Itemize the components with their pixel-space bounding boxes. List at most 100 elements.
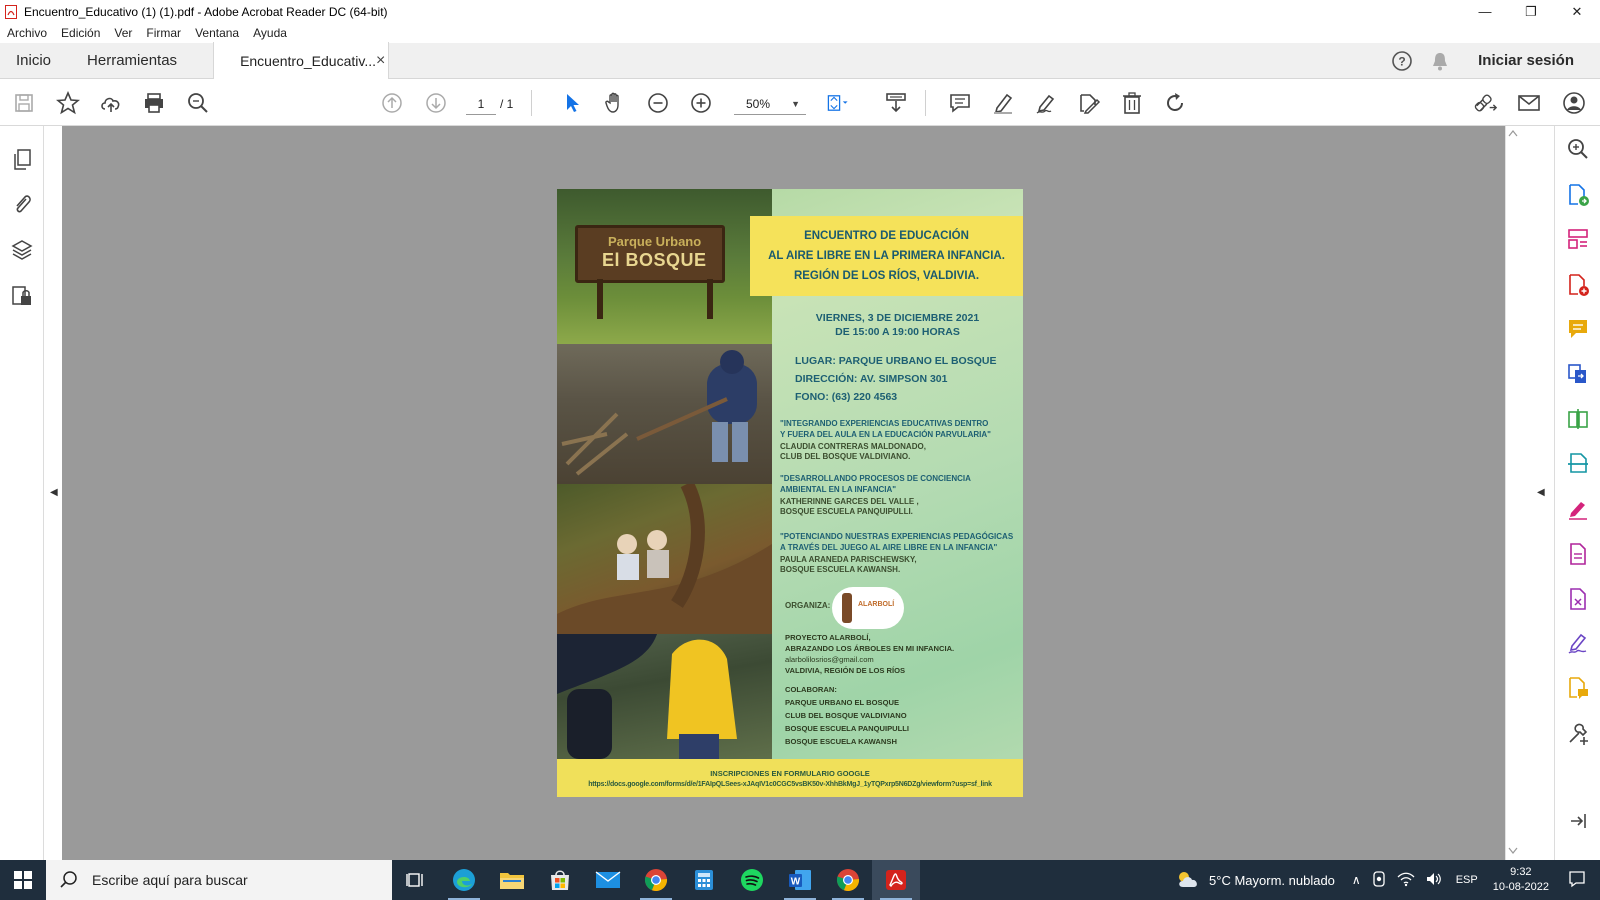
clock[interactable]: 9:32 10-08-2022 [1493,865,1549,895]
draw-pen-icon[interactable] [1034,91,1058,115]
menu-edicion[interactable]: Edición [61,26,100,40]
toolbar-divider [925,90,926,116]
fit-page-icon[interactable] [826,91,850,115]
tab-inicio[interactable]: Inicio [0,43,67,79]
children-log-illustration [557,484,772,634]
right-tools-panel [1554,126,1600,860]
edge-browser-icon[interactable] [440,860,488,900]
hand-tool-icon[interactable] [603,91,627,115]
vertical-scrollbar[interactable] [1505,126,1519,860]
cloud-upload-icon[interactable] [99,91,123,115]
previous-page-icon[interactable] [380,91,404,115]
tab-document[interactable]: Encuentro_Educativ... × [213,42,390,79]
attachment-paperclip-icon[interactable] [10,192,34,216]
rotate-icon[interactable] [1163,91,1187,115]
print-icon[interactable] [142,91,166,115]
word-icon[interactable]: W [776,860,824,900]
share-link-icon[interactable] [1474,91,1498,115]
tab-herramientas[interactable]: Herramientas [67,43,193,79]
left-panel-collapse-icon[interactable]: ◀ [50,487,58,498]
close-window-button[interactable]: ✕ [1554,0,1600,23]
send-for-comments-icon[interactable] [1566,676,1590,700]
scroll-mode-icon[interactable] [884,91,908,115]
notifications-icon[interactable] [1568,870,1586,891]
weather-widget[interactable]: 5°C Mayorm. nublado [1175,870,1335,891]
page-thumbnails-icon[interactable] [10,148,34,172]
signup-url[interactable]: https://docs.google.com/forms/d/e/1FAIpQ… [557,781,1023,788]
chevron-down-icon: ▼ [791,99,800,109]
org-line1: PROYECTO ALARBOLÍ, [785,633,871,642]
select-cursor-icon[interactable] [560,91,584,115]
minimize-button[interactable]: — [1462,0,1508,23]
more-tools-icon[interactable] [1566,722,1590,746]
talk2-title-line2: AMBIENTAL EN LA INFANCIA" [780,485,897,494]
zoom-out-icon[interactable] [646,91,670,115]
fill-sign-icon[interactable] [1077,91,1101,115]
signin-button[interactable]: Iniciar sesión [1478,52,1574,69]
menu-ayuda[interactable]: Ayuda [253,26,287,40]
close-tab-button[interactable]: × [376,52,385,70]
compare-files-icon[interactable] [1566,407,1590,431]
export-pdf-icon[interactable] [1566,183,1590,207]
bell-icon[interactable] [1428,49,1452,73]
create-pdf-icon[interactable] [1566,273,1590,297]
right-panel-expand-icon[interactable]: ◀ [1537,487,1545,498]
event-phone: FONO: (63) 220 4563 [795,391,898,403]
save-icon[interactable] [12,91,36,115]
next-page-icon[interactable] [424,91,448,115]
org-line4: VALDIVIA, REGIÓN DE LOS RÍOS [785,666,906,675]
menu-firmar[interactable]: Firmar [146,26,181,40]
menu-ver[interactable]: Ver [114,26,132,40]
volume-icon[interactable] [1425,871,1443,890]
chevron-up-icon[interactable]: ∧ [1352,873,1361,887]
windows-start-icon[interactable] [0,860,46,900]
chrome-icon[interactable] [632,860,680,900]
document-tab-label: Encuentro_Educativ... [240,52,376,69]
wifi-icon[interactable] [1397,871,1415,890]
menu-ventana[interactable]: Ventana [195,26,239,40]
enhance-zoom-icon[interactable] [1566,137,1590,161]
language-indicator[interactable]: ESP [1456,874,1478,886]
microsoft-store-icon[interactable] [536,860,584,900]
bookmark-star-icon[interactable] [56,91,80,115]
restore-button[interactable]: ❐ [1508,0,1554,23]
spotify-icon[interactable] [728,860,776,900]
colaborador-3: BOSQUE ESCUELA PANQUIPULLI [785,724,910,733]
delete-trash-icon[interactable] [1120,91,1144,115]
scan-ocr-icon[interactable] [1566,451,1590,475]
request-signature-icon[interactable] [1566,631,1590,655]
account-search-icon[interactable] [1562,91,1586,115]
comment-tool-icon[interactable] [1566,317,1590,341]
comment-icon[interactable] [948,91,972,115]
layers-icon[interactable] [10,238,34,262]
help-icon[interactable]: ? [1390,49,1414,73]
signup-text: INSCRIPCIONES EN FORMULARIO GOOGLE [710,769,870,778]
taskbar-search-box[interactable]: Escribe aquí para buscar [46,860,392,900]
menu-archivo[interactable]: Archivo [7,26,47,40]
acrobat-reader-icon[interactable] [872,860,920,900]
tree-logo-icon [842,593,852,623]
zoom-level-select[interactable]: 50% ▼ [734,93,806,115]
collapse-panel-icon[interactable] [1566,809,1590,833]
calculator-app-icon[interactable] [680,860,728,900]
file-explorer-icon[interactable] [488,860,536,900]
page-number-input[interactable]: 1 [466,93,496,115]
talk3-speaker-line2: BOSQUE ESCUELA KAWANSH. [780,565,901,574]
edit-pdf-icon[interactable] [1566,542,1590,566]
highlight-pen-icon[interactable] [991,91,1015,115]
chrome-icon-2[interactable] [824,860,872,900]
combine-files-icon[interactable] [1566,362,1590,386]
fill-and-sign-icon[interactable] [1566,497,1590,521]
protect-pdf-icon[interactable] [1566,587,1590,611]
zoom-search-icon[interactable] [186,91,210,115]
meet-now-icon[interactable] [1371,870,1387,890]
mail-icon[interactable] [584,860,632,900]
acrobat-app-icon [4,4,18,19]
email-icon[interactable] [1517,91,1541,115]
security-lock-icon[interactable] [10,284,34,308]
colaborador-2: CLUB DEL BOSQUE VALDIVIANO [785,711,907,720]
organize-pages-icon[interactable] [1566,227,1590,251]
search-placeholder: Escribe aquí para buscar [92,872,248,888]
zoom-in-icon[interactable] [689,91,713,115]
task-view-icon[interactable] [392,860,440,900]
